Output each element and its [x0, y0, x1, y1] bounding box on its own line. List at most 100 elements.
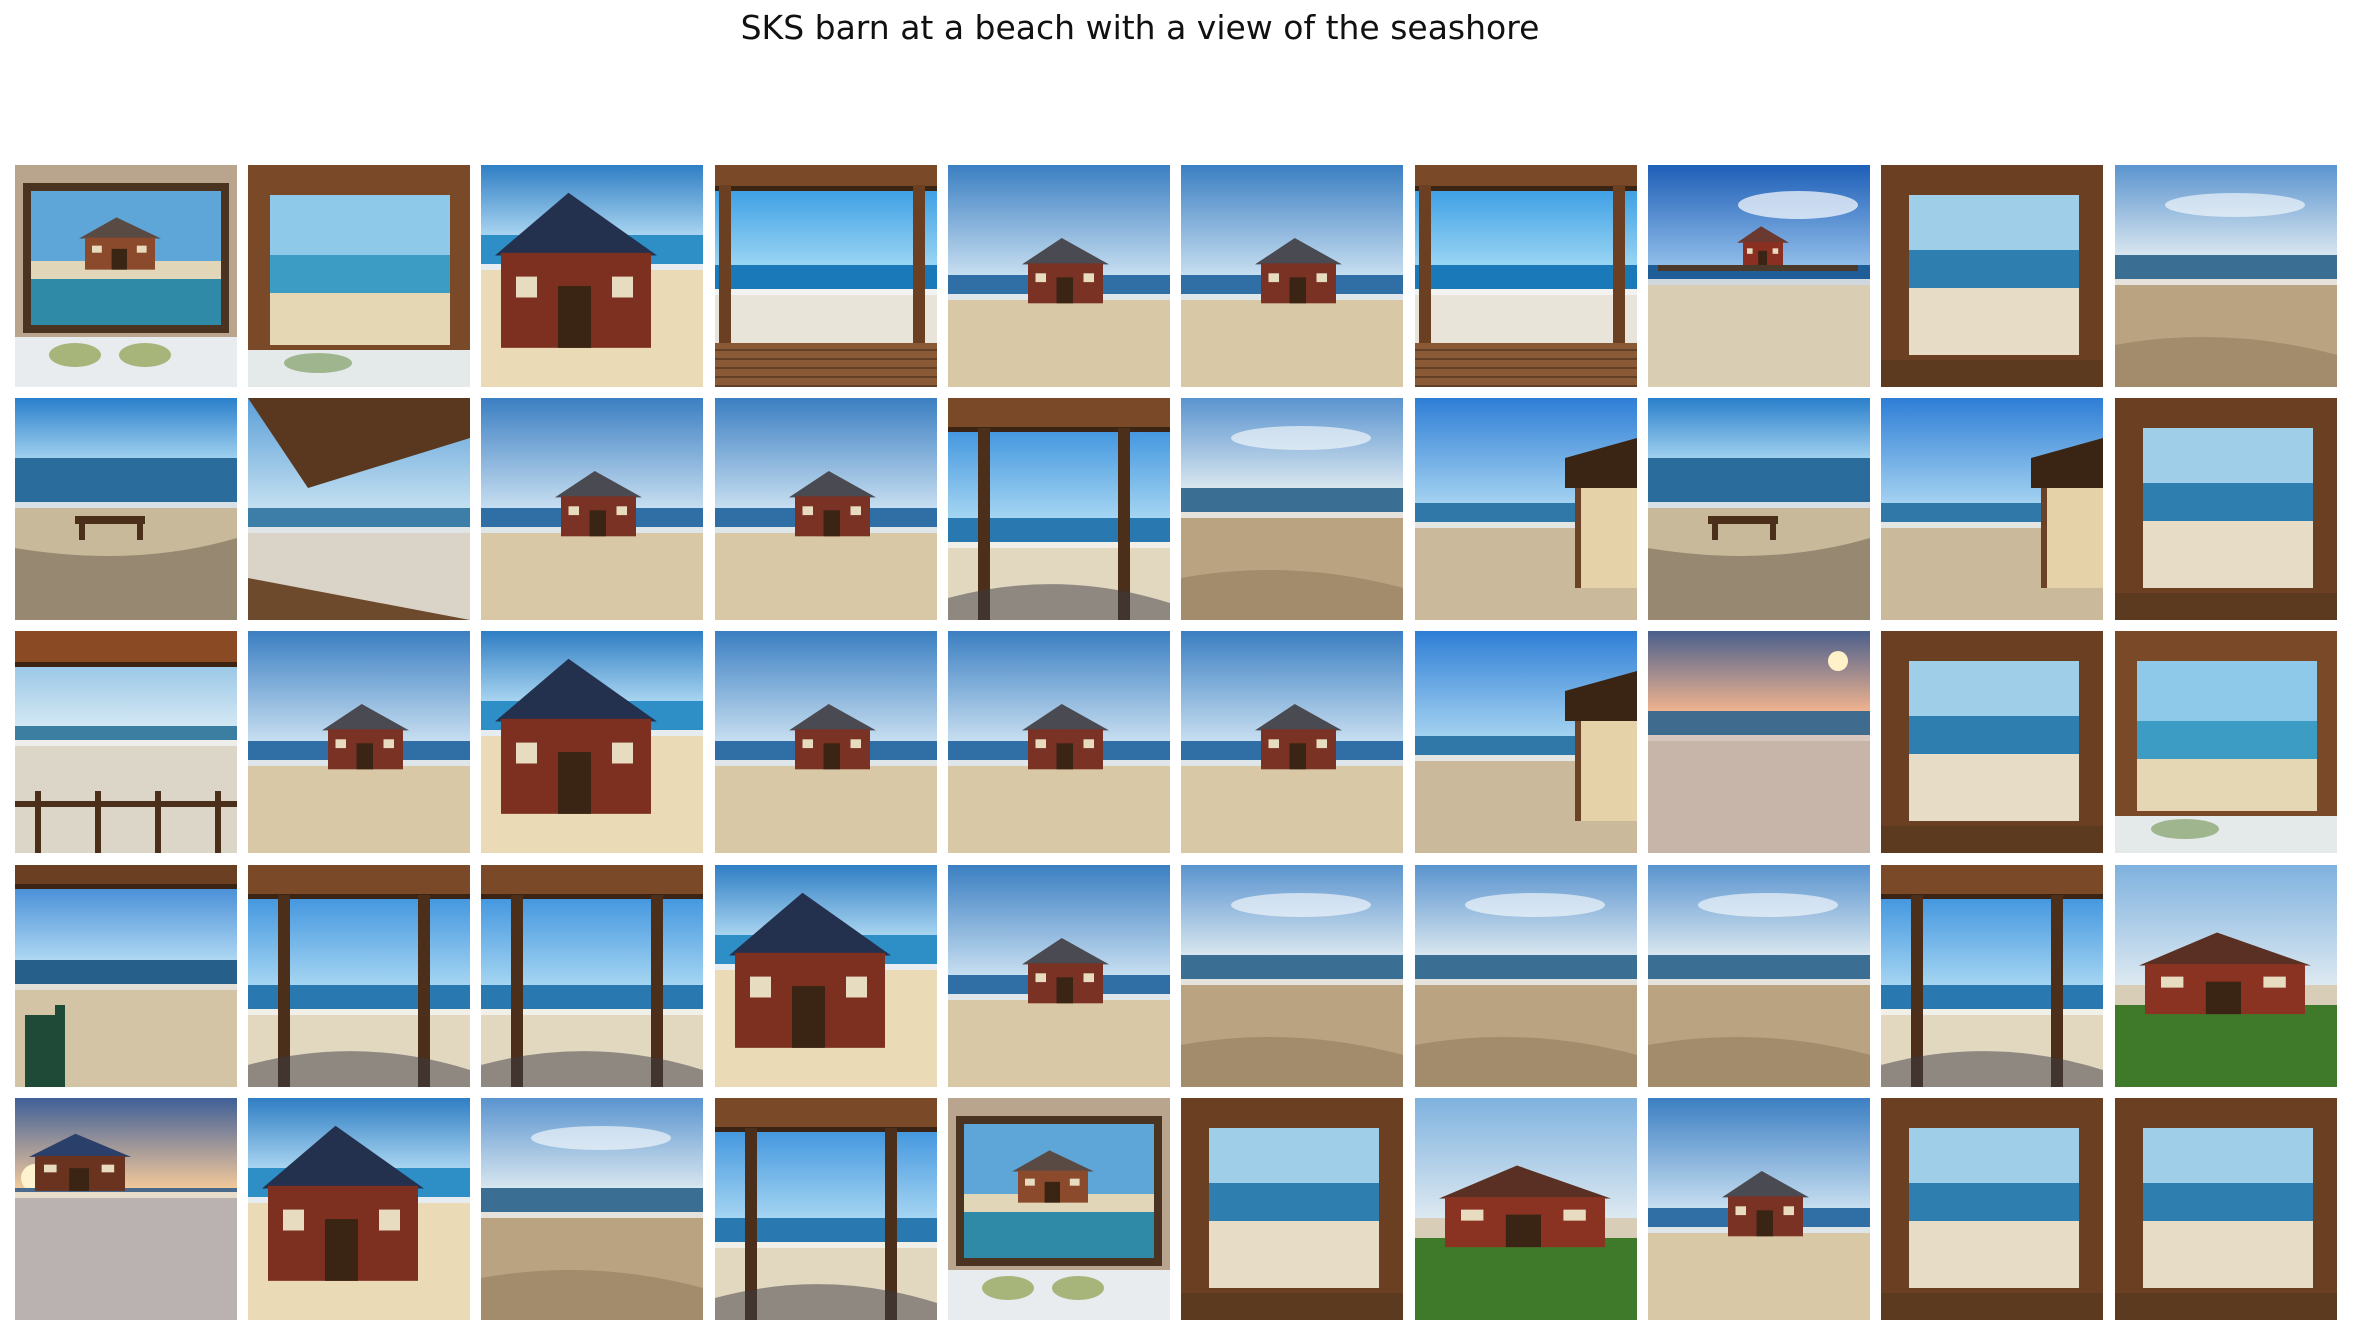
grid-image-r2-c3: [481, 398, 703, 620]
grid-image-r1-c4: [715, 165, 937, 387]
grid-image-r2-c10: [2115, 398, 2337, 620]
empty-beach-illustration: [2115, 165, 2337, 387]
empty-beach-illustration: [481, 1098, 703, 1320]
grid-image-r2-c7: [1415, 398, 1637, 620]
barn-on-beach-far-illustration: [715, 398, 937, 620]
grid-image-r1-c9: [1881, 165, 2103, 387]
grid-image-r5-c7: [1415, 1098, 1637, 1320]
window-view-illustration: [2115, 1098, 2337, 1320]
grid-image-r5-c5: [948, 1098, 1170, 1320]
grid-image-r5-c6: [1181, 1098, 1403, 1320]
grid-image-r4-c10: [2115, 865, 2337, 1087]
grid-image-r1-c6: [1181, 165, 1403, 387]
grid-image-r3-c10: [2115, 631, 2337, 853]
barn-on-beach-closeup-illustration: [715, 865, 937, 1087]
beach-hut-edge-illustration: [1415, 631, 1637, 853]
beach-with-bench-illustration: [15, 398, 237, 620]
grid-image-r2-c2: [248, 398, 470, 620]
grid-image-r3-c6: [1181, 631, 1403, 853]
grid-image-r5-c8: [1648, 1098, 1870, 1320]
barn-on-beach-closeup-illustration: [481, 165, 703, 387]
window-view-illustration: [1881, 165, 2103, 387]
grid-image-r4-c2: [248, 865, 470, 1087]
grid-image-r3-c4: [715, 631, 937, 853]
barn-on-grass-illustration: [1415, 1098, 1637, 1320]
grid-image-r3-c2: [248, 631, 470, 853]
empty-beach-illustration: [1415, 865, 1637, 1087]
empty-beach-illustration: [1181, 865, 1403, 1087]
grid-image-r3-c5: [948, 631, 1170, 853]
open-doorway-to-beach-illustration: [1415, 165, 1637, 387]
grid-image-r4-c4: [715, 865, 937, 1087]
grid-image-r2-c9: [1881, 398, 2103, 620]
grid-image-r2-c5: [948, 398, 1170, 620]
barn-on-beach-closeup-illustration: [248, 1098, 470, 1320]
grid-image-r3-c9: [1881, 631, 2103, 853]
grid-image-r1-c5: [948, 165, 1170, 387]
porch-chair-view-illustration: [15, 865, 237, 1087]
beach-hut-edge-illustration: [1881, 398, 2103, 620]
grid-image-r4-c9: [1881, 865, 2103, 1087]
grid-image-r2-c8: [1648, 398, 1870, 620]
open-doorway-to-beach-illustration: [715, 165, 937, 387]
window-view-illustration: [1181, 1098, 1403, 1320]
window-view-illustration: [1881, 631, 2103, 853]
pavilion-frame-illustration: [715, 1098, 937, 1320]
grid-image-r5-c9: [1881, 1098, 2103, 1320]
framed-painting-over-bed-illustration: [15, 165, 237, 387]
grid-image-r1-c3: [481, 165, 703, 387]
figure-title: SKS barn at a beach with a view of the s…: [740, 8, 1540, 47]
barn-on-beach-far-illustration: [481, 398, 703, 620]
grid-image-r2-c6: [1181, 398, 1403, 620]
grid-image-r1-c8: [1648, 165, 1870, 387]
pavilion-frame-illustration: [1881, 865, 2103, 1087]
barn-on-beach-far-illustration: [248, 631, 470, 853]
image-grid: [15, 165, 2343, 1320]
grid-image-r1-c7: [1415, 165, 1637, 387]
grid-image-r4-c3: [481, 865, 703, 1087]
grid-image-r1-c2: [248, 165, 470, 387]
pavilion-frame-illustration: [248, 865, 470, 1087]
grid-image-r4-c7: [1415, 865, 1637, 1087]
grid-image-r3-c1: [15, 631, 237, 853]
window-view-with-bed-illustration: [2115, 631, 2337, 853]
grid-image-r3-c7: [1415, 631, 1637, 853]
barn-on-beach-far-illustration: [948, 631, 1170, 853]
grid-image-r5-c4: [715, 1098, 937, 1320]
roof-edge-over-beach-illustration: [248, 398, 470, 620]
grid-image-r1-c10: [2115, 165, 2337, 387]
grid-image-r4-c1: [15, 865, 237, 1087]
empty-beach-illustration: [1181, 398, 1403, 620]
barn-on-beach-far-illustration: [715, 631, 937, 853]
barn-on-beach-closeup-illustration: [481, 631, 703, 853]
window-view-illustration: [1881, 1098, 2103, 1320]
grid-image-r4-c5: [948, 865, 1170, 1087]
pavilion-frame-illustration: [948, 398, 1170, 620]
grid-image-r2-c1: [15, 398, 237, 620]
barn-on-beach-far-illustration: [948, 865, 1170, 1087]
porch-railing-view-illustration: [15, 631, 237, 853]
grid-image-r1-c1: [15, 165, 237, 387]
grid-image-r5-c1: [15, 1098, 237, 1320]
grid-image-r3-c3: [481, 631, 703, 853]
barn-on-beach-far-illustration: [1181, 165, 1403, 387]
beach-hut-edge-illustration: [1415, 398, 1637, 620]
grid-image-r5-c10: [2115, 1098, 2337, 1320]
beach-with-bench-illustration: [1648, 398, 1870, 620]
sunset-beach-illustration: [1648, 631, 1870, 853]
barn-on-beach-far-illustration: [1648, 1098, 1870, 1320]
barn-on-beach-far-illustration: [948, 165, 1170, 387]
grid-image-r5-c2: [248, 1098, 470, 1320]
grid-image-r2-c4: [715, 398, 937, 620]
barn-on-pier-illustration: [1648, 165, 1870, 387]
window-view-illustration: [2115, 398, 2337, 620]
window-view-with-bed-illustration: [248, 165, 470, 387]
grid-image-r4-c6: [1181, 865, 1403, 1087]
framed-painting-over-bed-illustration: [948, 1098, 1170, 1320]
empty-beach-illustration: [1648, 865, 1870, 1087]
pavilion-frame-illustration: [481, 865, 703, 1087]
grid-image-r3-c8: [1648, 631, 1870, 853]
barn-on-beach-far-illustration: [1181, 631, 1403, 853]
barn-on-grass-illustration: [2115, 865, 2337, 1087]
grid-image-r4-c8: [1648, 865, 1870, 1087]
